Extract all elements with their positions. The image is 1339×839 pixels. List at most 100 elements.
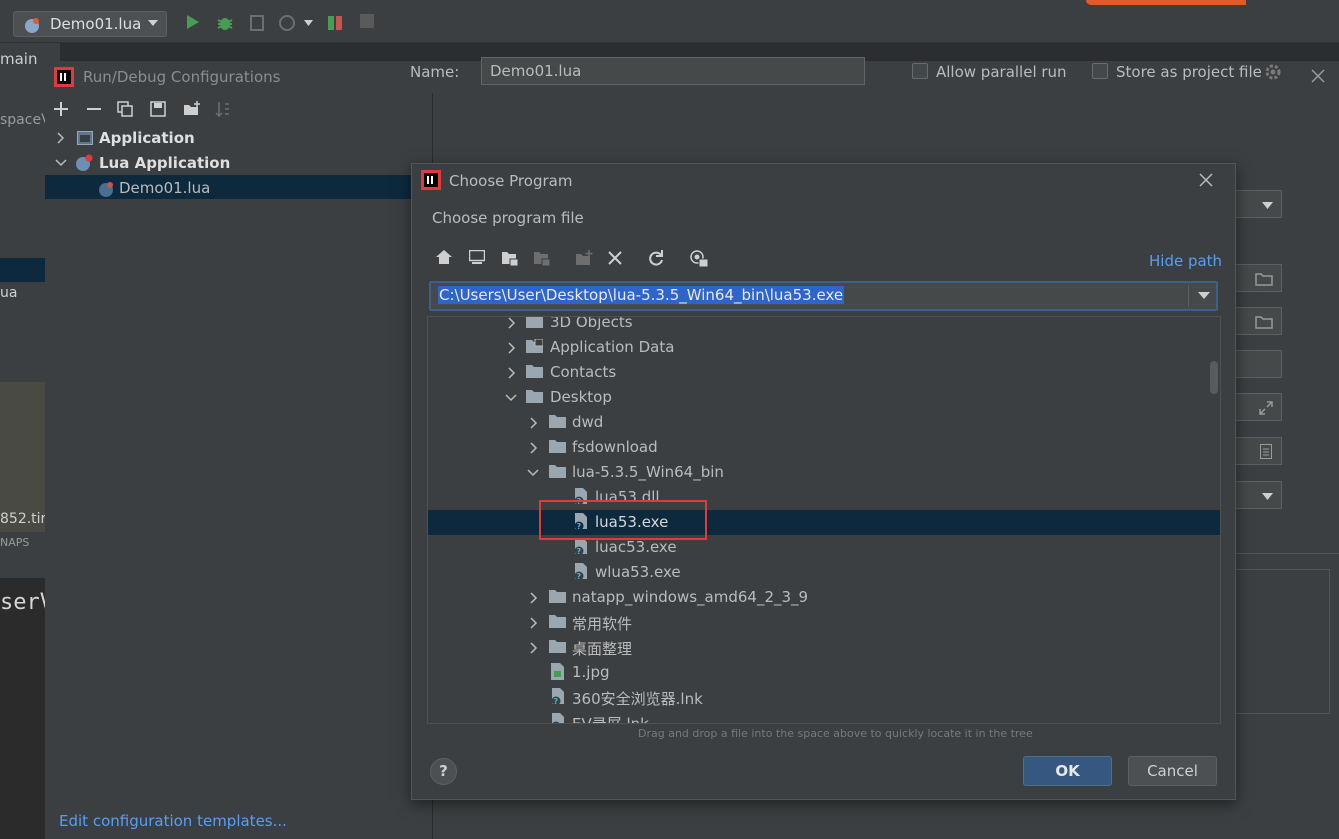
gear-icon[interactable] <box>1264 63 1282 81</box>
checkbox-box[interactable] <box>1092 63 1108 79</box>
tree-item-common-software[interactable]: 常用软件 <box>428 610 1208 635</box>
store-as-project-file-checkbox[interactable]: Store as project file <box>1092 63 1262 81</box>
allow-parallel-run-label: Allow parallel run <box>936 63 1067 81</box>
tree-item-label: 3D Objects <box>550 316 633 331</box>
tree-item-1-jpg[interactable]: 1.jpg <box>428 660 1208 685</box>
tree-item-lua-folder[interactable]: lua-5.3.5_Win64_bin <box>428 460 1208 485</box>
tree-item-label: wlua53.exe <box>595 563 681 581</box>
chevron-down-icon[interactable] <box>1198 292 1210 299</box>
tree-item-wlua53-exe[interactable]: ? wlua53.exe <box>428 560 1208 585</box>
unknown-file-icon: ? <box>551 688 564 706</box>
tree-item-label: 常用软件 <box>572 615 633 633</box>
debug-icon[interactable] <box>216 14 234 32</box>
edit-configuration-templates-link[interactable]: Edit configuration templates... <box>59 812 287 830</box>
tree-item-contacts[interactable]: Contacts <box>428 360 1208 385</box>
tree-item-natapp[interactable]: natapp_windows_amd64_2_3_9 <box>428 585 1208 610</box>
home-icon[interactable] <box>436 250 452 264</box>
lua-file-icon <box>99 182 113 197</box>
chevron-right-icon <box>508 342 516 354</box>
module-folder-icon[interactable] <box>533 250 551 266</box>
expand-icon[interactable] <box>1259 401 1273 415</box>
terminal-fragment <box>0 578 45 839</box>
new-folder-icon[interactable] <box>575 250 593 266</box>
coverage-icon[interactable] <box>248 14 266 32</box>
hide-path-link[interactable]: Hide path <box>1149 252 1222 270</box>
attach-debugger-icon[interactable] <box>326 14 344 32</box>
folder-icon[interactable] <box>1255 315 1273 329</box>
more-run-options-icon[interactable] <box>304 20 313 26</box>
chevron-right-icon <box>508 317 516 329</box>
tree-item-label: Contacts <box>550 363 617 381</box>
intellij-logo-icon <box>421 170 441 190</box>
refresh-icon[interactable] <box>648 250 664 266</box>
tree-item-fsdownload[interactable]: fsdownload <box>428 435 1208 460</box>
background-panel <box>1236 569 1330 714</box>
tree-item-label: EV录屏.lnk <box>572 715 649 724</box>
breadcrumb-main[interactable]: main <box>0 50 37 68</box>
delete-icon[interactable] <box>608 251 622 265</box>
help-button[interactable]: ? <box>430 758 457 785</box>
show-hidden-files-icon[interactable] <box>690 249 708 267</box>
image-file-icon <box>551 663 564 680</box>
folder-icon <box>549 615 566 628</box>
folder-icon <box>526 317 543 328</box>
tree-item-label: Desktop <box>550 388 612 406</box>
folder-icon[interactable] <box>1255 272 1273 286</box>
tree-item-label: dwd <box>572 413 604 431</box>
project-path-fragment: spaceV <box>0 112 51 128</box>
unknown-file-icon: ? <box>574 563 587 581</box>
chevron-right-icon <box>530 442 538 454</box>
folder-icon <box>549 590 566 603</box>
allow-parallel-run-checkbox[interactable]: Allow parallel run <box>912 63 1067 81</box>
tree-item-desktop[interactable]: Desktop <box>428 385 1208 410</box>
tree-item-label: natapp_windows_amd64_2_3_9 <box>572 588 809 606</box>
close-icon[interactable] <box>1311 69 1325 83</box>
chevron-right-icon <box>508 367 516 379</box>
new-folder-icon[interactable] <box>183 101 201 117</box>
name-field[interactable]: Demo01.lua <box>481 57 865 85</box>
add-icon[interactable] <box>53 101 69 117</box>
project-file-fragment[interactable]: ua <box>0 285 17 301</box>
run-icon[interactable] <box>186 14 200 30</box>
save-icon[interactable] <box>150 101 166 117</box>
tree-item-desktop-organize[interactable]: 桌面整理 <box>428 635 1208 660</box>
desktop-icon[interactable] <box>469 250 485 264</box>
tree-item-360-browser-lnk[interactable]: ? 360安全浏览器.lnk <box>428 685 1208 710</box>
run-config-selector[interactable]: Demo01.lua <box>13 11 167 37</box>
folder-shortcut-icon <box>526 339 543 353</box>
lua-icon <box>76 154 93 171</box>
chevron-right-icon <box>57 132 65 144</box>
profile-icon[interactable] <box>278 14 296 32</box>
path-input-text[interactable]: C:\Users\User\Desktop\lua-5.3.5_Win64_bi… <box>438 286 845 304</box>
checkbox-box[interactable] <box>912 63 928 79</box>
remove-icon[interactable] <box>86 101 102 117</box>
project-selected-row[interactable] <box>0 258 45 282</box>
cancel-button[interactable]: Cancel <box>1128 756 1217 786</box>
background-divider <box>1236 553 1339 554</box>
ok-button[interactable]: OK <box>1023 756 1112 786</box>
application-icon <box>77 131 93 145</box>
close-icon[interactable] <box>1199 173 1213 187</box>
stop-icon[interactable] <box>360 14 374 28</box>
document-icon[interactable] <box>1260 444 1272 459</box>
image-preview-fragment <box>0 382 45 532</box>
chevron-right-icon <box>530 617 538 629</box>
svg-text:?: ? <box>577 547 582 556</box>
folder-icon <box>526 365 543 378</box>
tree-item-3d-objects[interactable]: 3D Objects <box>428 316 1208 335</box>
svg-text:?: ? <box>554 722 559 724</box>
tree-item-dwd[interactable]: dwd <box>428 410 1208 435</box>
tree-scrollbar-thumb[interactable] <box>1210 361 1218 394</box>
path-input[interactable]: C:\Users\User\Desktop\lua-5.3.5_Win64_bi… <box>429 281 1218 311</box>
run-config-label: Demo01.lua <box>50 15 142 33</box>
tree-item-label: 360安全浏览器.lnk <box>572 690 703 708</box>
dialog-title: Choose Program <box>449 172 573 190</box>
tree-item-application-data[interactable]: Application Data <box>428 335 1208 360</box>
project-folder-icon[interactable] <box>501 250 519 266</box>
config-tree-demo-label: Demo01.lua <box>119 179 211 197</box>
configurations-panel <box>45 93 433 839</box>
chevron-right-icon <box>530 642 538 654</box>
copy-icon[interactable] <box>117 101 133 117</box>
sort-icon[interactable] <box>215 101 231 117</box>
tree-item-ev-recorder-lnk[interactable]: ? EV录屏.lnk <box>428 710 1208 724</box>
